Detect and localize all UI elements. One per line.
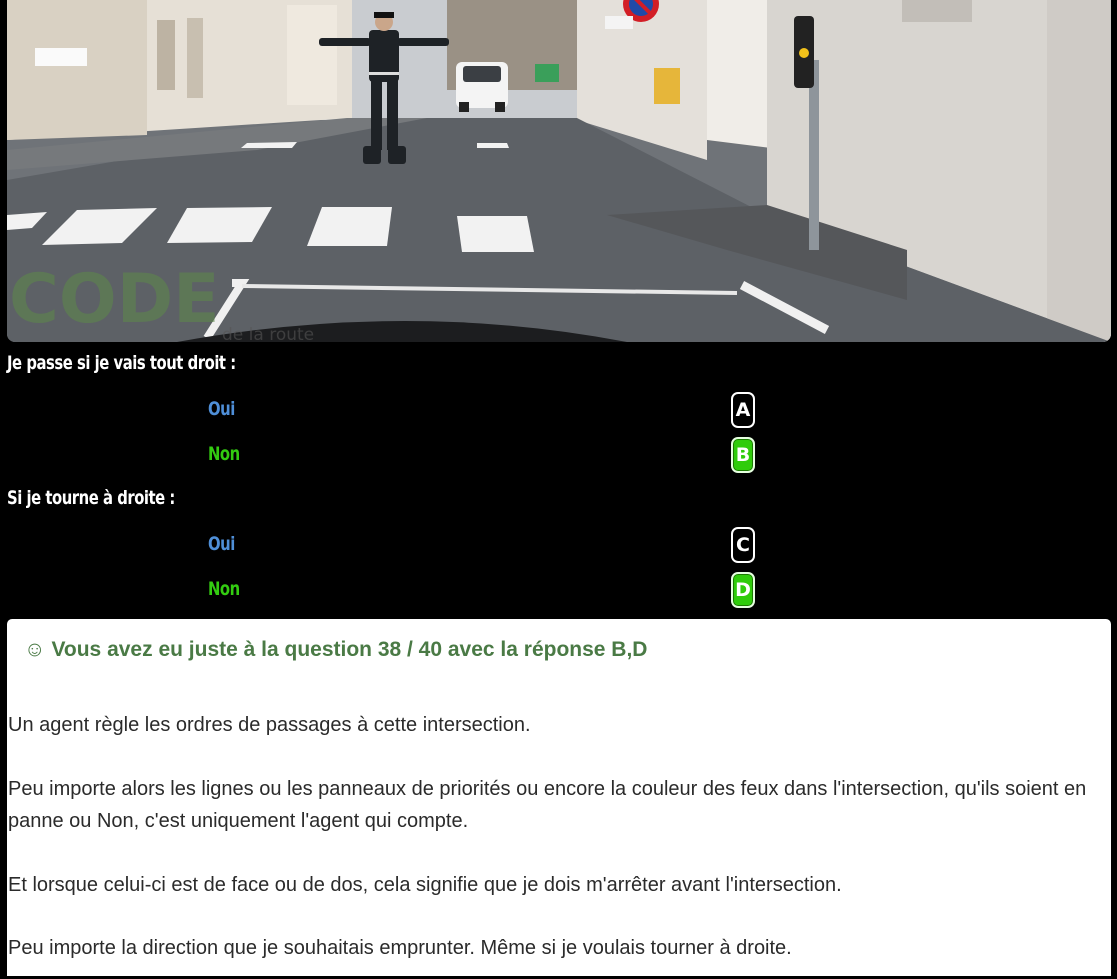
answer-d-key[interactable]: D	[731, 572, 755, 608]
explanation-paragraph-1: Un agent règle les ordres de passages à …	[8, 714, 531, 736]
watermark-logo: CODE	[9, 260, 220, 339]
question-2-text: Si je tourne à droite :	[7, 487, 175, 509]
intersection-scene: CODE de la route	[7, 0, 1111, 342]
question-photo: CODE de la route	[7, 0, 1111, 342]
answer-a-key[interactable]: A	[731, 392, 755, 428]
answer-c-key[interactable]: C	[731, 527, 755, 563]
watermark-subtitle: de la route	[222, 325, 314, 342]
answer-b-key[interactable]: B	[731, 437, 755, 473]
feedback-title-text: Vous avez eu juste à la question 38 / 40…	[51, 638, 648, 661]
explanation-paragraph-2: Peu importe alors les lignes ou les pann…	[8, 778, 1087, 832]
question-1-text: Je passe si je vais tout droit :	[7, 352, 236, 374]
smiley-icon: ☺	[24, 638, 46, 661]
feedback-panel: ☺ Vous avez eu juste à la question 38 / 4…	[7, 619, 1111, 976]
feedback-title: ☺ Vous avez eu juste à la question 38 / 4…	[24, 638, 647, 662]
answer-c-label: Oui	[208, 533, 235, 555]
answer-d-label: Non	[208, 578, 240, 600]
explanation-paragraph-3: Et lorsque celui-ci est de face ou de do…	[8, 874, 842, 896]
answer-a-label: Oui	[208, 398, 235, 420]
answer-b-label: Non	[208, 443, 240, 465]
explanation-paragraph-4: Peu importe la direction que je souhaita…	[8, 937, 792, 959]
